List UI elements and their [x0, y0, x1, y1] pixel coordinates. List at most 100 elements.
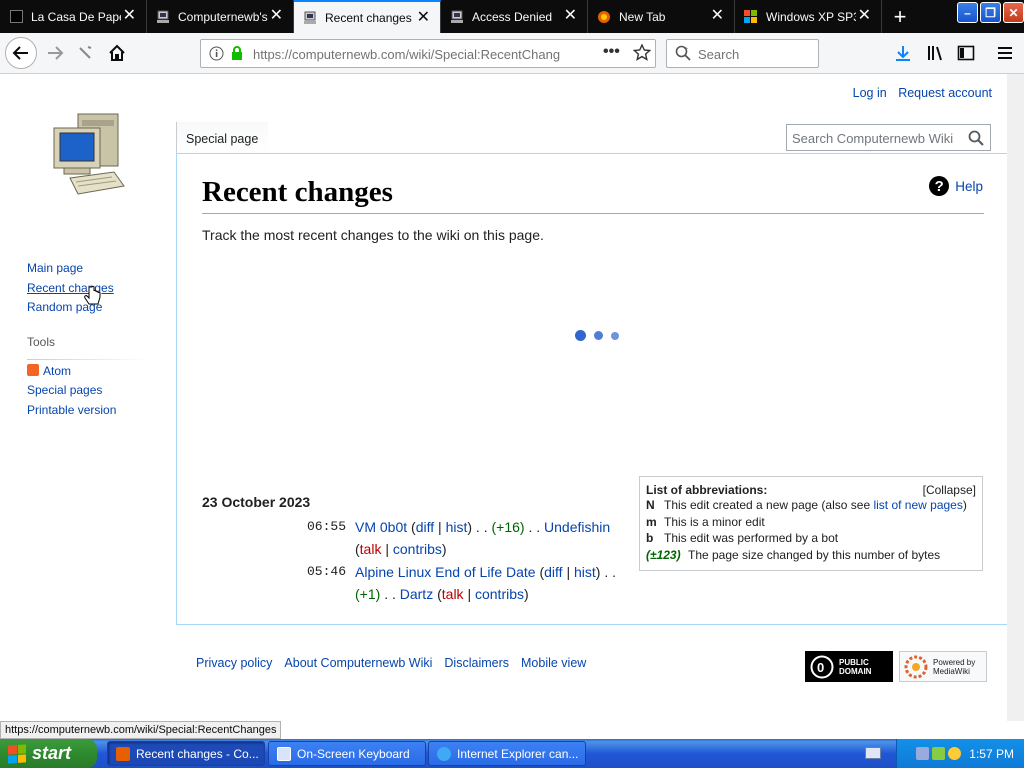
- loading-indicator: [575, 330, 619, 341]
- tab-title: La Casa De Papel: [31, 9, 121, 24]
- footer-disclaimers-link[interactable]: Disclaimers: [444, 656, 509, 670]
- search-icon[interactable]: [968, 130, 984, 149]
- downloads-button[interactable]: [888, 38, 918, 68]
- help-label: Help: [955, 178, 983, 194]
- close-tab-icon[interactable]: ✕: [123, 8, 136, 24]
- download-icon: [896, 46, 910, 61]
- wiki-page: Log in Request account Special page Sear…: [0, 74, 1024, 721]
- page-actions-icon[interactable]: •••: [603, 43, 620, 61]
- abbreviation-key: (±123): [646, 547, 681, 562]
- browser-tab[interactable]: Access Denied ✕: [441, 0, 588, 33]
- footer-about-link[interactable]: About Computernewb Wiki: [284, 656, 432, 670]
- minimize-button[interactable]: –: [957, 2, 978, 23]
- lock-icon[interactable]: [230, 46, 244, 64]
- loading-dot: [594, 331, 603, 340]
- close-tab-icon[interactable]: ✕: [711, 8, 724, 24]
- browser-search-bar[interactable]: + Search: [666, 39, 819, 68]
- sidebar-item-special-pages[interactable]: Special pages: [27, 383, 157, 403]
- close-tab-icon[interactable]: ✕: [270, 8, 283, 24]
- tab-title: Computernewb's W: [178, 9, 268, 24]
- page-title: Recent changes: [202, 176, 984, 214]
- search-icon: +: [675, 45, 691, 64]
- clock: 1:57 PM: [969, 746, 1014, 761]
- mediawiki-flower-icon: [904, 655, 928, 678]
- search-placeholder: Search: [698, 47, 740, 62]
- start-button[interactable]: start: [0, 739, 97, 768]
- taskbar-item-recent-changes[interactable]: Recent changes - Co...: [107, 741, 265, 766]
- page-link[interactable]: Alpine Linux End of Life Date: [355, 564, 536, 580]
- computer-logo-icon: [53, 113, 125, 195]
- page-link[interactable]: VM 0b0t: [355, 519, 407, 535]
- contribs-link[interactable]: contribs: [393, 541, 442, 557]
- sidebar-item-main-page[interactable]: Main page: [27, 261, 157, 281]
- sidebar-item-printable-version[interactable]: Printable version: [27, 403, 157, 423]
- close-window-button[interactable]: ✕: [1003, 2, 1024, 23]
- url-bar[interactable]: https://computernewb.com/wiki/Special:Re…: [200, 39, 656, 68]
- window-controls: – ❐ ✕: [955, 2, 1024, 23]
- library-icon: [928, 46, 942, 61]
- browser-tab[interactable]: Windows XP SP3 ✕: [735, 0, 882, 33]
- back-button[interactable]: [5, 37, 37, 69]
- login-link[interactable]: Log in: [853, 86, 887, 100]
- stop-loading-button[interactable]: [70, 38, 100, 68]
- intro-text: Track the most recent changes to the wik…: [202, 227, 544, 243]
- user-link[interactable]: Dartz: [400, 586, 433, 602]
- tray-icons: [916, 747, 962, 760]
- bookmark-star-icon[interactable]: [632, 43, 652, 65]
- forward-button[interactable]: [40, 38, 70, 68]
- help-link[interactable]: ? Help: [929, 176, 983, 196]
- abbreviation-row: b This edit was performed by a bot: [646, 530, 976, 547]
- close-tab-icon[interactable]: ✕: [564, 8, 577, 24]
- internet-explorer-icon: [437, 746, 451, 761]
- menu-button[interactable]: [990, 38, 1020, 68]
- footer-privacy-link[interactable]: Privacy policy: [196, 656, 272, 670]
- user-link[interactable]: Undefishin: [544, 519, 610, 535]
- sidebar-toggle-button[interactable]: [951, 38, 981, 68]
- wiki-search-input[interactable]: Search Computernewb Wiki: [786, 124, 991, 151]
- request-account-link[interactable]: Request account: [898, 86, 992, 100]
- powered-by-mediawiki-badge[interactable]: Powered by MediaWiki: [899, 651, 987, 682]
- security-icon[interactable]: [932, 747, 946, 760]
- contribs-link[interactable]: contribs: [475, 586, 524, 602]
- home-button[interactable]: [102, 38, 132, 68]
- browser-tab[interactable]: New Tab ✕: [588, 0, 735, 33]
- wiki-search-placeholder: Search Computernewb Wiki: [792, 131, 954, 146]
- new-tab-button[interactable]: +: [882, 0, 918, 33]
- wiki-logo[interactable]: [50, 110, 126, 196]
- diff-link[interactable]: diff: [544, 564, 562, 580]
- keyboard-tray-icon[interactable]: [865, 747, 881, 759]
- browser-tab-active[interactable]: Recent changes - ✕: [294, 0, 441, 33]
- talk-link[interactable]: talk: [442, 586, 464, 602]
- day-heading: 23 October 2023: [202, 494, 311, 510]
- footer-mobile-link[interactable]: Mobile view: [521, 656, 586, 670]
- hist-link[interactable]: hist: [446, 519, 468, 535]
- page-scrollbar[interactable]: [1007, 74, 1024, 721]
- status-bar: https://computernewb.com/wiki/Special:Re…: [0, 721, 282, 739]
- restore-button[interactable]: ❐: [980, 2, 1001, 23]
- browser-tab[interactable]: Computernewb's W ✕: [147, 0, 294, 33]
- talk-link[interactable]: talk: [360, 541, 382, 557]
- new-pages-link[interactable]: list of new pages: [873, 498, 962, 512]
- hist-link[interactable]: hist: [574, 564, 596, 580]
- atom-label: Atom: [43, 363, 72, 378]
- public-domain-badge[interactable]: 0 PUBLIC DOMAIN: [805, 651, 893, 682]
- diff-link[interactable]: diff: [416, 519, 434, 535]
- abbreviation-key: N: [646, 498, 655, 513]
- abbreviations-box: List of abbreviations: [Collapse] N This…: [639, 476, 983, 571]
- size-change: (+1): [355, 586, 381, 602]
- library-button[interactable]: [920, 38, 950, 68]
- browser-tab[interactable]: La Casa De Papel ✕: [0, 0, 147, 33]
- network-icon[interactable]: [916, 747, 930, 760]
- close-tab-icon[interactable]: ✕: [417, 10, 430, 26]
- search-tray-icon[interactable]: [948, 747, 962, 760]
- tab-special-page[interactable]: Special page: [176, 122, 268, 155]
- close-tab-icon[interactable]: ✕: [858, 8, 871, 24]
- tab-title: Access Denied: [472, 9, 553, 24]
- public-domain-icon: 0: [810, 655, 834, 678]
- info-icon[interactable]: [209, 46, 224, 64]
- collapse-button[interactable]: [Collapse]: [923, 483, 976, 497]
- sidebar-item-atom[interactable]: Atom: [27, 363, 157, 384]
- taskbar-item-on-screen-keyboard[interactable]: On-Screen Keyboard: [268, 741, 426, 766]
- taskbar-item-internet-explorer[interactable]: Internet Explorer can...: [428, 741, 586, 766]
- loading-dot: [611, 332, 619, 340]
